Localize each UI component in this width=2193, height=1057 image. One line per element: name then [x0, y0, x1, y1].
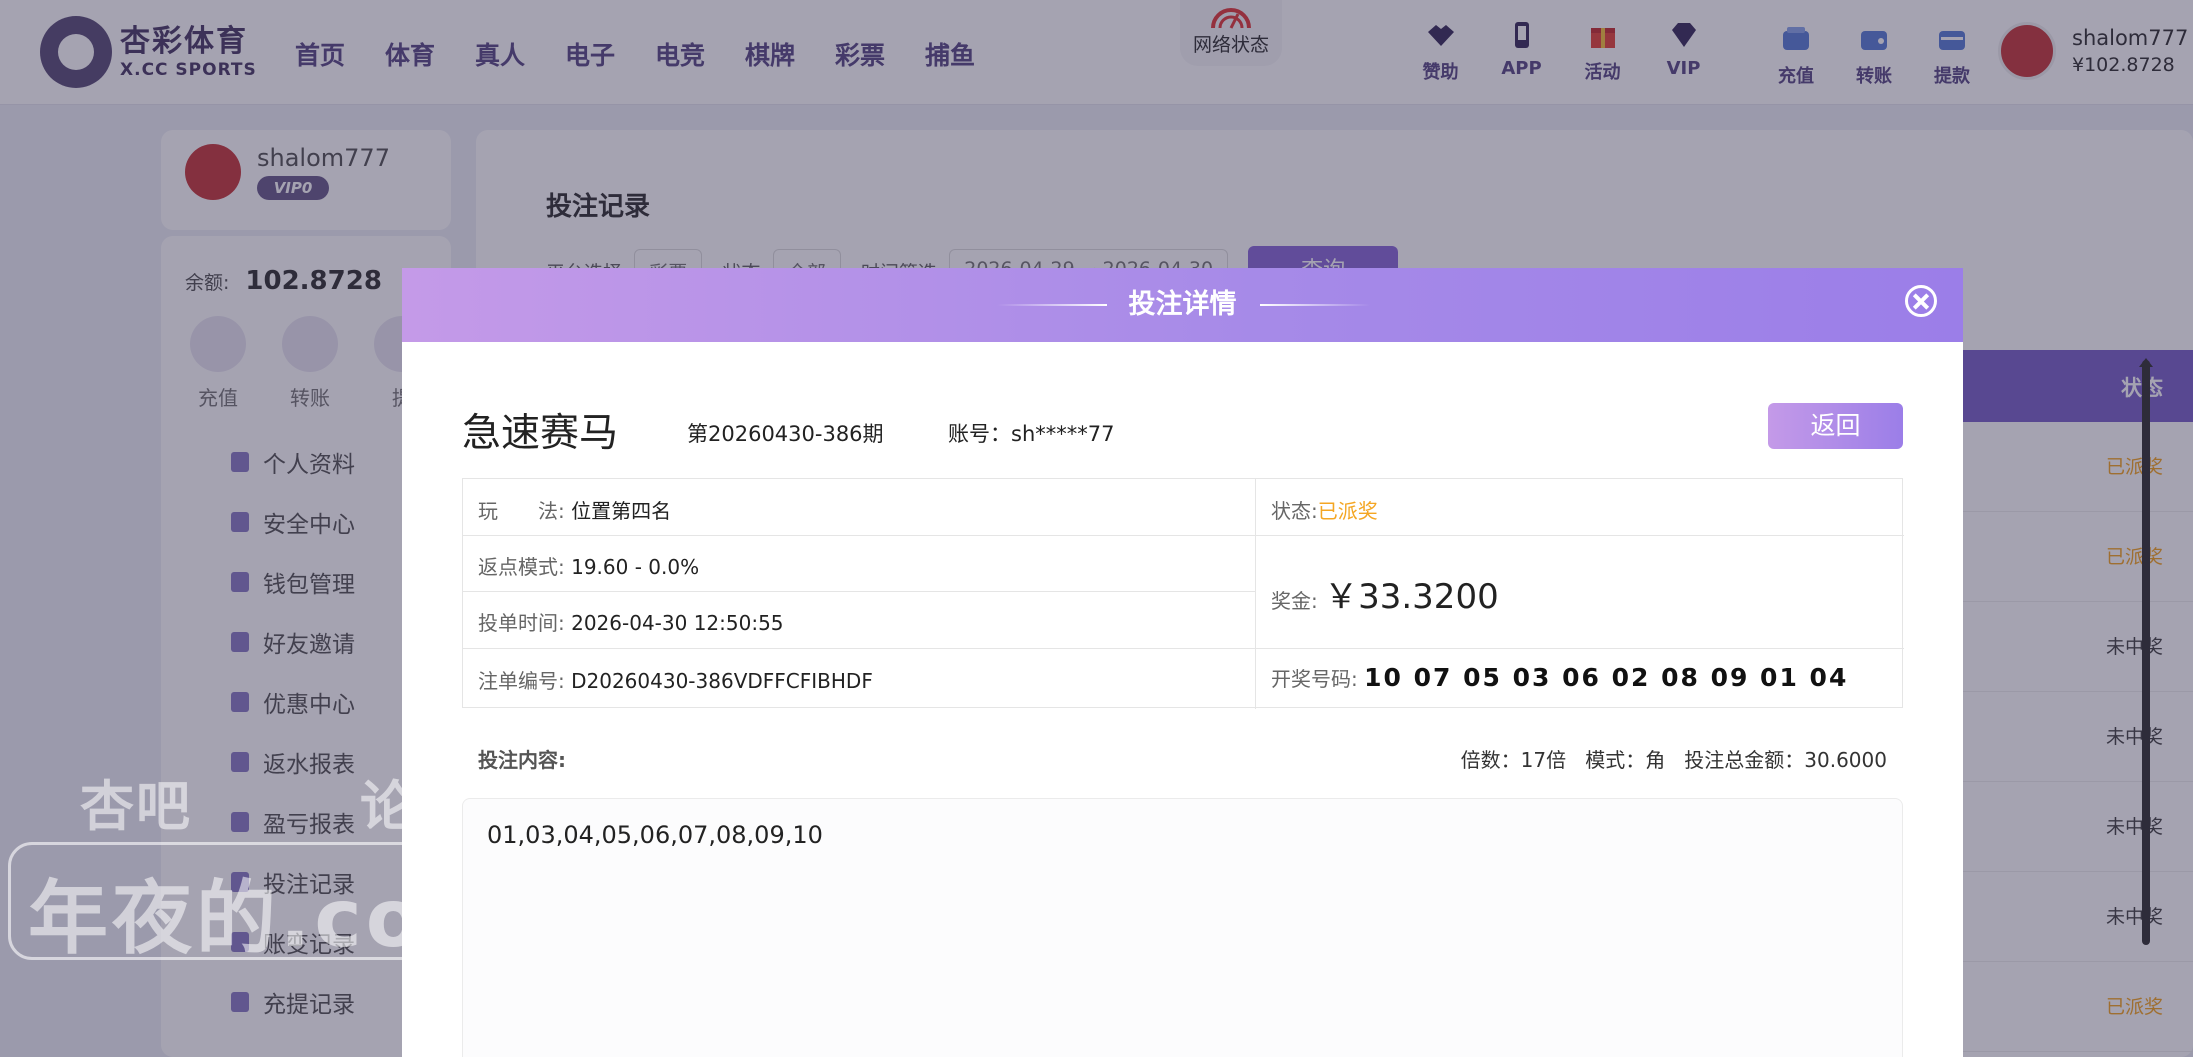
lotto-numbers: 10 07 05 03 06 02 08 09 01 04 [1364, 663, 1849, 692]
bet-content-label: 投注内容: [478, 748, 566, 772]
row-divider [1255, 535, 1904, 536]
status-label: 状态: [1271, 499, 1318, 523]
bet-content-box: 01,03,04,05,06,07,08,09,10 [462, 798, 1903, 1057]
order-value: D20260430-386VDFFCFIBHDF [571, 669, 873, 693]
play-row: 玩 法: 位置第四名 [478, 495, 671, 524]
time-row: 投单时间: 2026-04-30 12:50:55 [478, 607, 784, 636]
status-row: 状态:已派奖 [1271, 495, 1378, 524]
rebate-row: 返点模式: 19.60 - 0.0% [478, 551, 699, 580]
mode-value: 模式：角 [1585, 748, 1666, 772]
prize-value: ￥33.3200 [1324, 577, 1499, 617]
bet-info-table: 玩 法: 位置第四名 返点模式: 19.60 - 0.0% 投单时间: 2026… [462, 478, 1904, 709]
row-divider [463, 648, 1904, 649]
status-badge: 已派奖 [1317, 499, 1378, 523]
close-icon[interactable] [1905, 285, 1937, 317]
bet-detail-modal: 投注详情 急速赛马 第20260430-386期 账号：sh*****77 返回… [402, 268, 1963, 1057]
lotto-label: 开奖号码: [1271, 667, 1358, 691]
bet-content-text: 01,03,04,05,06,07,08,09,10 [487, 821, 823, 849]
modal-header: 投注详情 [402, 268, 1963, 342]
total-amount: 投注总金额：30.6000 [1684, 748, 1887, 772]
prize-label: 奖金: [1271, 589, 1318, 613]
multiplier-value: 倍数：17倍 [1460, 748, 1567, 772]
back-button[interactable]: 返回 [1768, 403, 1903, 449]
rebate-value: 19.60 - 0.0% [571, 555, 700, 579]
rebate-label: 返点模式: [478, 555, 565, 579]
row-divider [463, 535, 1255, 536]
row-divider [463, 591, 1255, 592]
game-name: 急速赛马 [462, 411, 619, 456]
bet-summary: 倍数：17倍 模式：角 投注总金额：30.6000 [1461, 744, 1887, 773]
title-divider-right [1260, 304, 1370, 306]
account-number: 账号：sh*****77 [948, 422, 1115, 446]
column-divider [1255, 479, 1256, 709]
play-label: 玩 法: [478, 499, 565, 523]
modal-title: 投注详情 [1128, 289, 1237, 320]
order-label: 注单编号: [478, 669, 565, 693]
lotto-row: 开奖号码: 10 07 05 03 06 02 08 09 01 04 [1271, 663, 1848, 692]
time-label: 投单时间: [478, 611, 565, 635]
issue-number: 第20260430-386期 [687, 422, 884, 446]
play-value: 位置第四名 [571, 499, 672, 523]
order-row: 注单编号: D20260430-386VDFFCFIBHDF [478, 665, 873, 694]
time-value: 2026-04-30 12:50:55 [571, 611, 784, 635]
prize-row: 奖金: ￥33.3200 [1271, 569, 1499, 618]
